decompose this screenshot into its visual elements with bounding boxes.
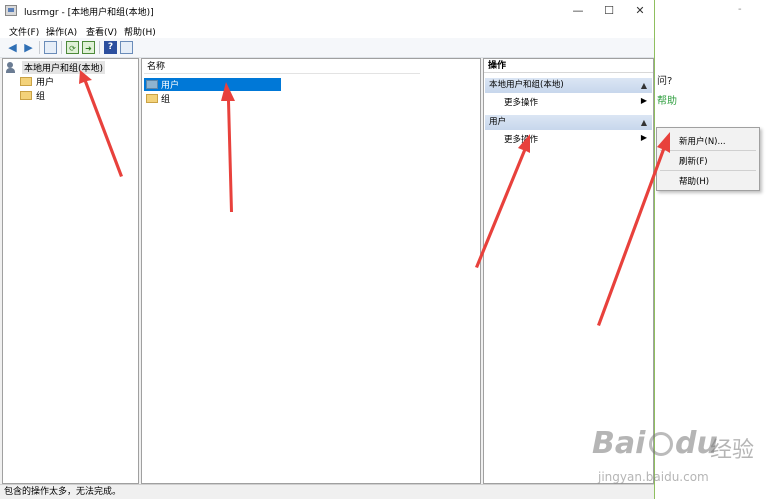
paw-icon: [649, 432, 673, 456]
collapse-up-icon[interactable]: ▲: [641, 115, 647, 130]
column-header-name[interactable]: 名称: [144, 60, 420, 74]
action-section-local-users-groups[interactable]: 本地用户和组(本地) ▲: [485, 78, 652, 93]
background-help-link[interactable]: 帮助: [657, 92, 677, 107]
context-menu: 新用户(N)... 刷新(F) 帮助(H): [656, 127, 760, 191]
window-title: lusrmgr - [本地用户和组(本地)]: [24, 8, 154, 18]
menu-separator: [660, 170, 756, 171]
tree-root-item[interactable]: 本地用户和组(本地): [6, 60, 106, 74]
lusrmgr-window: lusrmgr - [本地用户和组(本地)] — ☐ ✕ 文件(F) 操作(A)…: [0, 0, 655, 499]
forward-arrow-icon[interactable]: ▶: [22, 41, 35, 54]
watermark-url: jingyan.baidu.com: [598, 470, 709, 484]
baidu-watermark: Bai du 经验 jingyan.baidu.com: [592, 424, 770, 496]
submenu-arrow-icon: ▶: [640, 96, 647, 105]
tree-root-label: 本地用户和组(本地): [22, 60, 106, 74]
tree-item-users[interactable]: 用户: [20, 75, 55, 88]
list-item-groups[interactable]: 组: [144, 92, 281, 105]
menu-bar: 文件(F) 操作(A) 查看(V) 帮助(H): [0, 22, 654, 38]
action-more-actions-users[interactable]: 更多操作: [504, 133, 538, 145]
toolbar-separator: [61, 41, 62, 54]
action-more-actions[interactable]: 更多操作: [504, 96, 538, 108]
tree-item-label: 组: [36, 91, 46, 102]
menu-item-help[interactable]: 帮助(H): [679, 175, 709, 187]
folder-icon: [146, 80, 158, 89]
action-section-label: 用户: [489, 117, 507, 127]
folder-icon: [146, 94, 158, 103]
minimize-button[interactable]: —: [564, 3, 592, 19]
menu-file[interactable]: 文件(F): [9, 25, 39, 38]
folder-icon: [20, 90, 32, 100]
action-section-users[interactable]: 用户 ▲: [485, 115, 652, 130]
title-bar[interactable]: lusrmgr - [本地用户和组(本地)] — ☐ ✕: [0, 0, 654, 22]
tree-item-groups[interactable]: 组: [20, 89, 46, 102]
action-section-label: 本地用户和组(本地): [489, 80, 564, 90]
show-tree-icon[interactable]: [44, 41, 57, 54]
help-icon[interactable]: ?: [104, 41, 117, 54]
submenu-arrow-icon: ▶: [640, 133, 647, 142]
list-item-label: 用户: [161, 81, 180, 91]
back-arrow-icon[interactable]: ◀: [6, 41, 19, 54]
action-pane-icon[interactable]: [120, 41, 133, 54]
background-dash: -: [738, 4, 742, 15]
app-icon: [5, 5, 17, 16]
list-item-label: 组: [161, 95, 171, 105]
menu-help[interactable]: 帮助(H): [124, 25, 156, 38]
users-group-icon: [6, 61, 18, 73]
collapse-up-icon[interactable]: ▲: [641, 78, 647, 93]
list-item-users[interactable]: 用户: [144, 78, 281, 91]
background-question-text: 问?: [657, 76, 673, 87]
menu-view[interactable]: 查看(V): [86, 25, 117, 38]
status-bar: 包含的操作太多，无法完成。: [0, 484, 654, 499]
close-button[interactable]: ✕: [626, 3, 654, 19]
watermark-brand: Bai: [592, 426, 646, 461]
menu-separator: [660, 150, 756, 151]
watermark-product: 经验: [710, 438, 755, 463]
toolbar: ◀ ▶ ⟳ ➜ ?: [0, 38, 654, 58]
toolbar-separator: [99, 41, 100, 54]
tree-item-label: 用户: [36, 77, 55, 88]
list-pane: 名称 用户 组: [141, 58, 481, 484]
export-list-icon[interactable]: ➜: [82, 41, 95, 54]
menu-action[interactable]: 操作(A): [46, 25, 77, 38]
folder-icon: [20, 76, 32, 86]
tree-pane: 本地用户和组(本地) 用户 组: [2, 58, 139, 484]
maximize-button[interactable]: ☐: [595, 3, 623, 19]
refresh-icon[interactable]: ⟳: [66, 41, 79, 54]
menu-item-new-user[interactable]: 新用户(N)...: [679, 135, 726, 147]
toolbar-separator: [39, 41, 40, 54]
action-pane-title: 操作: [484, 59, 653, 73]
menu-item-refresh[interactable]: 刷新(F): [679, 155, 708, 167]
action-pane: 操作 本地用户和组(本地) ▲ 更多操作 ▶ 用户 ▲ 更多操作 ▶: [483, 58, 654, 484]
